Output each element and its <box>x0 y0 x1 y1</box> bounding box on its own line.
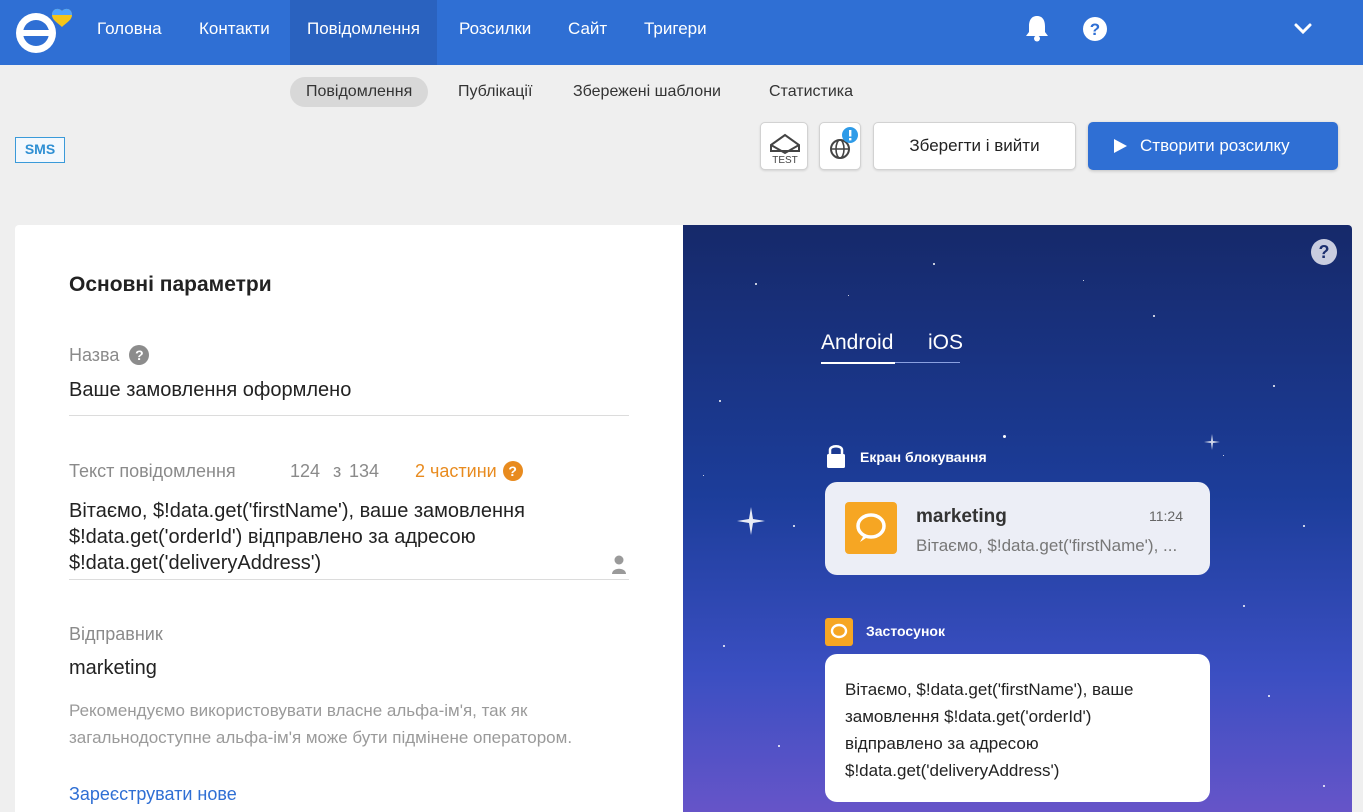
sender-hint: Рекомендуємо використовувати власне альф… <box>69 701 573 747</box>
tab-active-indicator <box>821 362 895 364</box>
editor-card: Основні параметри Назва? Ваше замовлення… <box>15 225 1352 812</box>
preview-help-icon[interactable]: ? <box>1311 239 1337 265</box>
sparkle-icon <box>737 507 765 535</box>
section-title: Основні параметри <box>69 273 272 296</box>
globe-icon <box>830 127 858 159</box>
chat-icon <box>825 618 853 646</box>
save-and-exit-button[interactable]: Зберегти і вийти <box>873 122 1076 170</box>
lock-screen-notification: marketing 11:24 Вітаємо, $!data.get('fir… <box>825 482 1210 575</box>
svg-text:?: ? <box>1090 20 1100 39</box>
play-icon <box>1114 139 1127 153</box>
tab-publications[interactable]: Публікації <box>458 77 532 107</box>
notification-sender: marketing <box>916 506 1007 527</box>
sender-input[interactable]: marketing <box>69 657 157 680</box>
char-limit: 134 <box>349 461 380 481</box>
channel-badge: SMS <box>15 137 65 163</box>
test-send-button[interactable]: TEST <box>760 122 808 170</box>
tab-inactive-line <box>895 362 960 363</box>
chevron-down-icon[interactable] <box>1293 22 1313 36</box>
question-icon[interactable]: ? <box>502 461 523 481</box>
create-campaign-label: Створити розсилку <box>1140 136 1290 155</box>
tab-saved-templates[interactable]: Збережені шаблони <box>573 77 721 107</box>
name-underline <box>69 415 629 416</box>
message-text-input[interactable]: Вітаємо, $!data.get('firstName'), ваше з… <box>69 498 599 576</box>
lock-screen-label: Екран блокування <box>860 449 987 465</box>
message-underline <box>69 579 629 580</box>
bell-icon[interactable] <box>1024 14 1050 42</box>
register-new-link[interactable]: Зареєструвати нове <box>69 784 237 805</box>
message-text-label: Текст повідомлення <box>69 461 236 481</box>
person-icon[interactable] <box>611 555 627 575</box>
languages-button[interactable] <box>819 122 861 170</box>
char-count: 124 <box>290 461 321 481</box>
sender-label: Відправник <box>69 624 163 644</box>
nav-item-home[interactable]: Головна <box>97 0 162 65</box>
nav-item-triggers[interactable]: Тригери <box>644 0 707 65</box>
tab-statistics[interactable]: Статистика <box>769 77 853 107</box>
nav-item-contacts[interactable]: Контакти <box>199 0 270 65</box>
char-separator: з <box>333 461 342 481</box>
message-parts: 2 частини? <box>415 461 523 482</box>
tab-ios[interactable]: iOS <box>928 331 963 355</box>
name-input[interactable]: Ваше замовлення оформлено <box>69 379 351 402</box>
notification-time: 11:24 <box>1149 508 1183 524</box>
sparkle-icon <box>1204 434 1220 450</box>
nav-item-site[interactable]: Сайт <box>568 0 607 65</box>
name-label-text: Назва <box>69 345 120 365</box>
app-message-text: Вітаємо, $!data.get('firstName'), ваше з… <box>845 680 1134 780</box>
top-nav: Головна Контакти Повідомлення Розсилки С… <box>0 0 1363 65</box>
parts-label: 2 частини <box>415 461 497 481</box>
test-label: TEST <box>772 155 798 166</box>
tab-messages[interactable]: Повідомлення <box>290 77 429 107</box>
help-icon[interactable]: ? <box>1082 16 1108 42</box>
chat-icon <box>845 502 897 554</box>
question-icon[interactable]: ? <box>129 345 150 365</box>
name-label: Назва? <box>69 345 150 366</box>
phone-preview: ? Android iOS Екран блокування marketing… <box>683 225 1352 812</box>
nav-item-messages[interactable]: Повідомлення <box>290 0 437 65</box>
nav-item-campaigns[interactable]: Розсилки <box>459 0 531 65</box>
notification-snippet: Вітаємо, $!data.get('firstName'), ... <box>916 536 1178 555</box>
tab-android[interactable]: Android <box>821 331 893 355</box>
sub-header: Повідомлення Публікації Збережені шаблон… <box>0 65 1363 197</box>
main-params-form: Основні параметри Назва? Ваше замовлення… <box>15 225 683 812</box>
create-campaign-button[interactable]: Створити розсилку <box>1088 122 1338 170</box>
app-label: Застосунок <box>866 623 945 639</box>
test-mail-icon: TEST <box>770 133 800 166</box>
lock-icon <box>827 445 845 468</box>
logo-icon[interactable] <box>14 7 76 55</box>
app-message-bubble: Вітаємо, $!data.get('firstName'), ваше з… <box>825 654 1210 802</box>
